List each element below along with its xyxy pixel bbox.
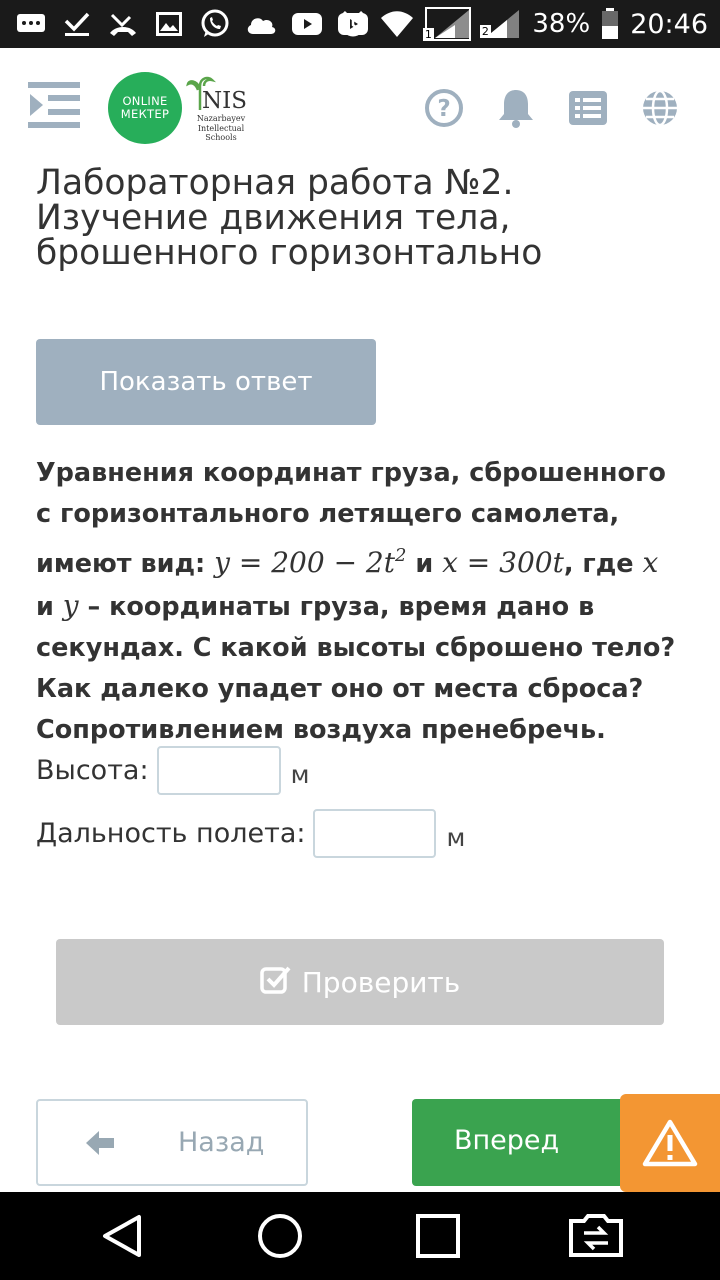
page-title: Лабораторная работа №2. Изучение движени… (36, 163, 543, 273)
back-button-label: Назад (178, 1127, 265, 1158)
logo-text-line2: МЕКТЕР (120, 107, 170, 121)
wifi-icon (380, 9, 414, 39)
question-line: секундах. С какой высоты сброшено тело? (36, 633, 676, 663)
check-icon (60, 9, 94, 39)
back-button[interactable]: Назад (36, 1099, 308, 1186)
checkbox-icon (260, 964, 292, 1001)
equation-y: y = 200 − 2t2 (214, 545, 407, 579)
bell-icon[interactable] (494, 86, 538, 130)
question-line: Сопротивлением воздуха пренебречь. (36, 715, 606, 745)
nis-logo: NIS Nazarbayev Intellectual Schools (186, 72, 256, 144)
back-triangle-icon[interactable] (94, 1210, 150, 1262)
battery-icon (600, 8, 620, 39)
question-text-part: – координаты груза, время дано в (78, 592, 595, 622)
arrow-left-icon (86, 1129, 116, 1164)
signal-icon: 1 (422, 7, 472, 41)
nis-logo-text: NIS (202, 88, 247, 114)
message-icon (14, 9, 48, 39)
height-row: Высота: м (36, 746, 309, 795)
online-mekter-logo[interactable]: ONLINE МЕКТЕР (108, 72, 182, 144)
equation-x: x = 300t (442, 546, 564, 579)
app-header: ONLINE МЕКТЕР NIS Nazarbayev Intellectua… (0, 48, 720, 166)
height-label: Высота: (36, 755, 149, 786)
question-line: с горизонтального летящего самолета, (36, 499, 620, 529)
question-text-part: и (406, 549, 443, 579)
distance-unit: м (446, 823, 466, 852)
variable-x: x (642, 546, 659, 579)
question-line: Уравнения координат груза, сброшенного (36, 458, 666, 488)
distance-input[interactable] (313, 809, 437, 858)
distance-row: Дальность полета: м (36, 809, 465, 858)
variable-y: y (62, 589, 79, 622)
sim1-label: 1 (422, 27, 434, 41)
question-line: и y – координаты груза, время дано в (36, 585, 686, 628)
distance-label: Дальность полета: (36, 818, 306, 849)
forward-button-label: Вперед (454, 1125, 560, 1156)
question-line: Как далеко упадет оно от места сброса? (36, 674, 644, 704)
nis-sub-line2: Intellectual (197, 123, 245, 133)
show-answer-button[interactable]: Показать ответ (36, 339, 376, 425)
report-problem-button[interactable] (620, 1094, 720, 1192)
question-text-part: , где (563, 549, 643, 579)
height-input[interactable] (156, 746, 281, 795)
nis-sub-line1: Nazarbayev (196, 114, 246, 123)
height-unit: м (290, 760, 310, 789)
recents-square-icon[interactable] (410, 1210, 466, 1262)
youtube-icon (290, 9, 324, 39)
clock: 20:46 (630, 8, 708, 40)
cloud-icon (244, 9, 278, 39)
forward-button[interactable]: Вперед (412, 1099, 644, 1186)
question-text: Уравнения координат груза, сброшенного с… (36, 453, 686, 751)
home-circle-icon[interactable] (252, 1210, 308, 1262)
menu-icon[interactable] (28, 82, 82, 132)
question-text-part: и (36, 592, 63, 622)
question-text-part: имеют вид: (36, 549, 215, 579)
status-bar: 1 2 38% 20:46 (0, 0, 720, 48)
sim2-label: 2 (479, 24, 491, 38)
equation-y-body: y = 200 − 2t (214, 546, 395, 579)
system-nav-bar (0, 1192, 720, 1280)
battery-percent: 38% (532, 9, 591, 39)
switch-app-icon[interactable] (568, 1210, 624, 1262)
image-icon (152, 9, 186, 39)
check-button-label: Проверить (301, 965, 461, 999)
list-icon[interactable] (566, 86, 610, 130)
alarm-icon (336, 9, 370, 39)
question-line: имеют вид: y = 200 − 2t2 и x = 300t, где… (36, 535, 686, 585)
signal-icon: 2 (479, 9, 522, 39)
missed-call-icon (106, 9, 140, 39)
globe-icon[interactable] (638, 86, 682, 130)
equation-exponent: 2 (395, 545, 407, 566)
check-button[interactable]: Проверить (56, 939, 664, 1025)
nis-sub-line3: Schools (205, 133, 237, 142)
whatsapp-icon (198, 9, 232, 39)
warning-icon (642, 1119, 698, 1167)
help-icon[interactable]: ? (422, 86, 466, 130)
svg-text:?: ? (437, 96, 450, 122)
